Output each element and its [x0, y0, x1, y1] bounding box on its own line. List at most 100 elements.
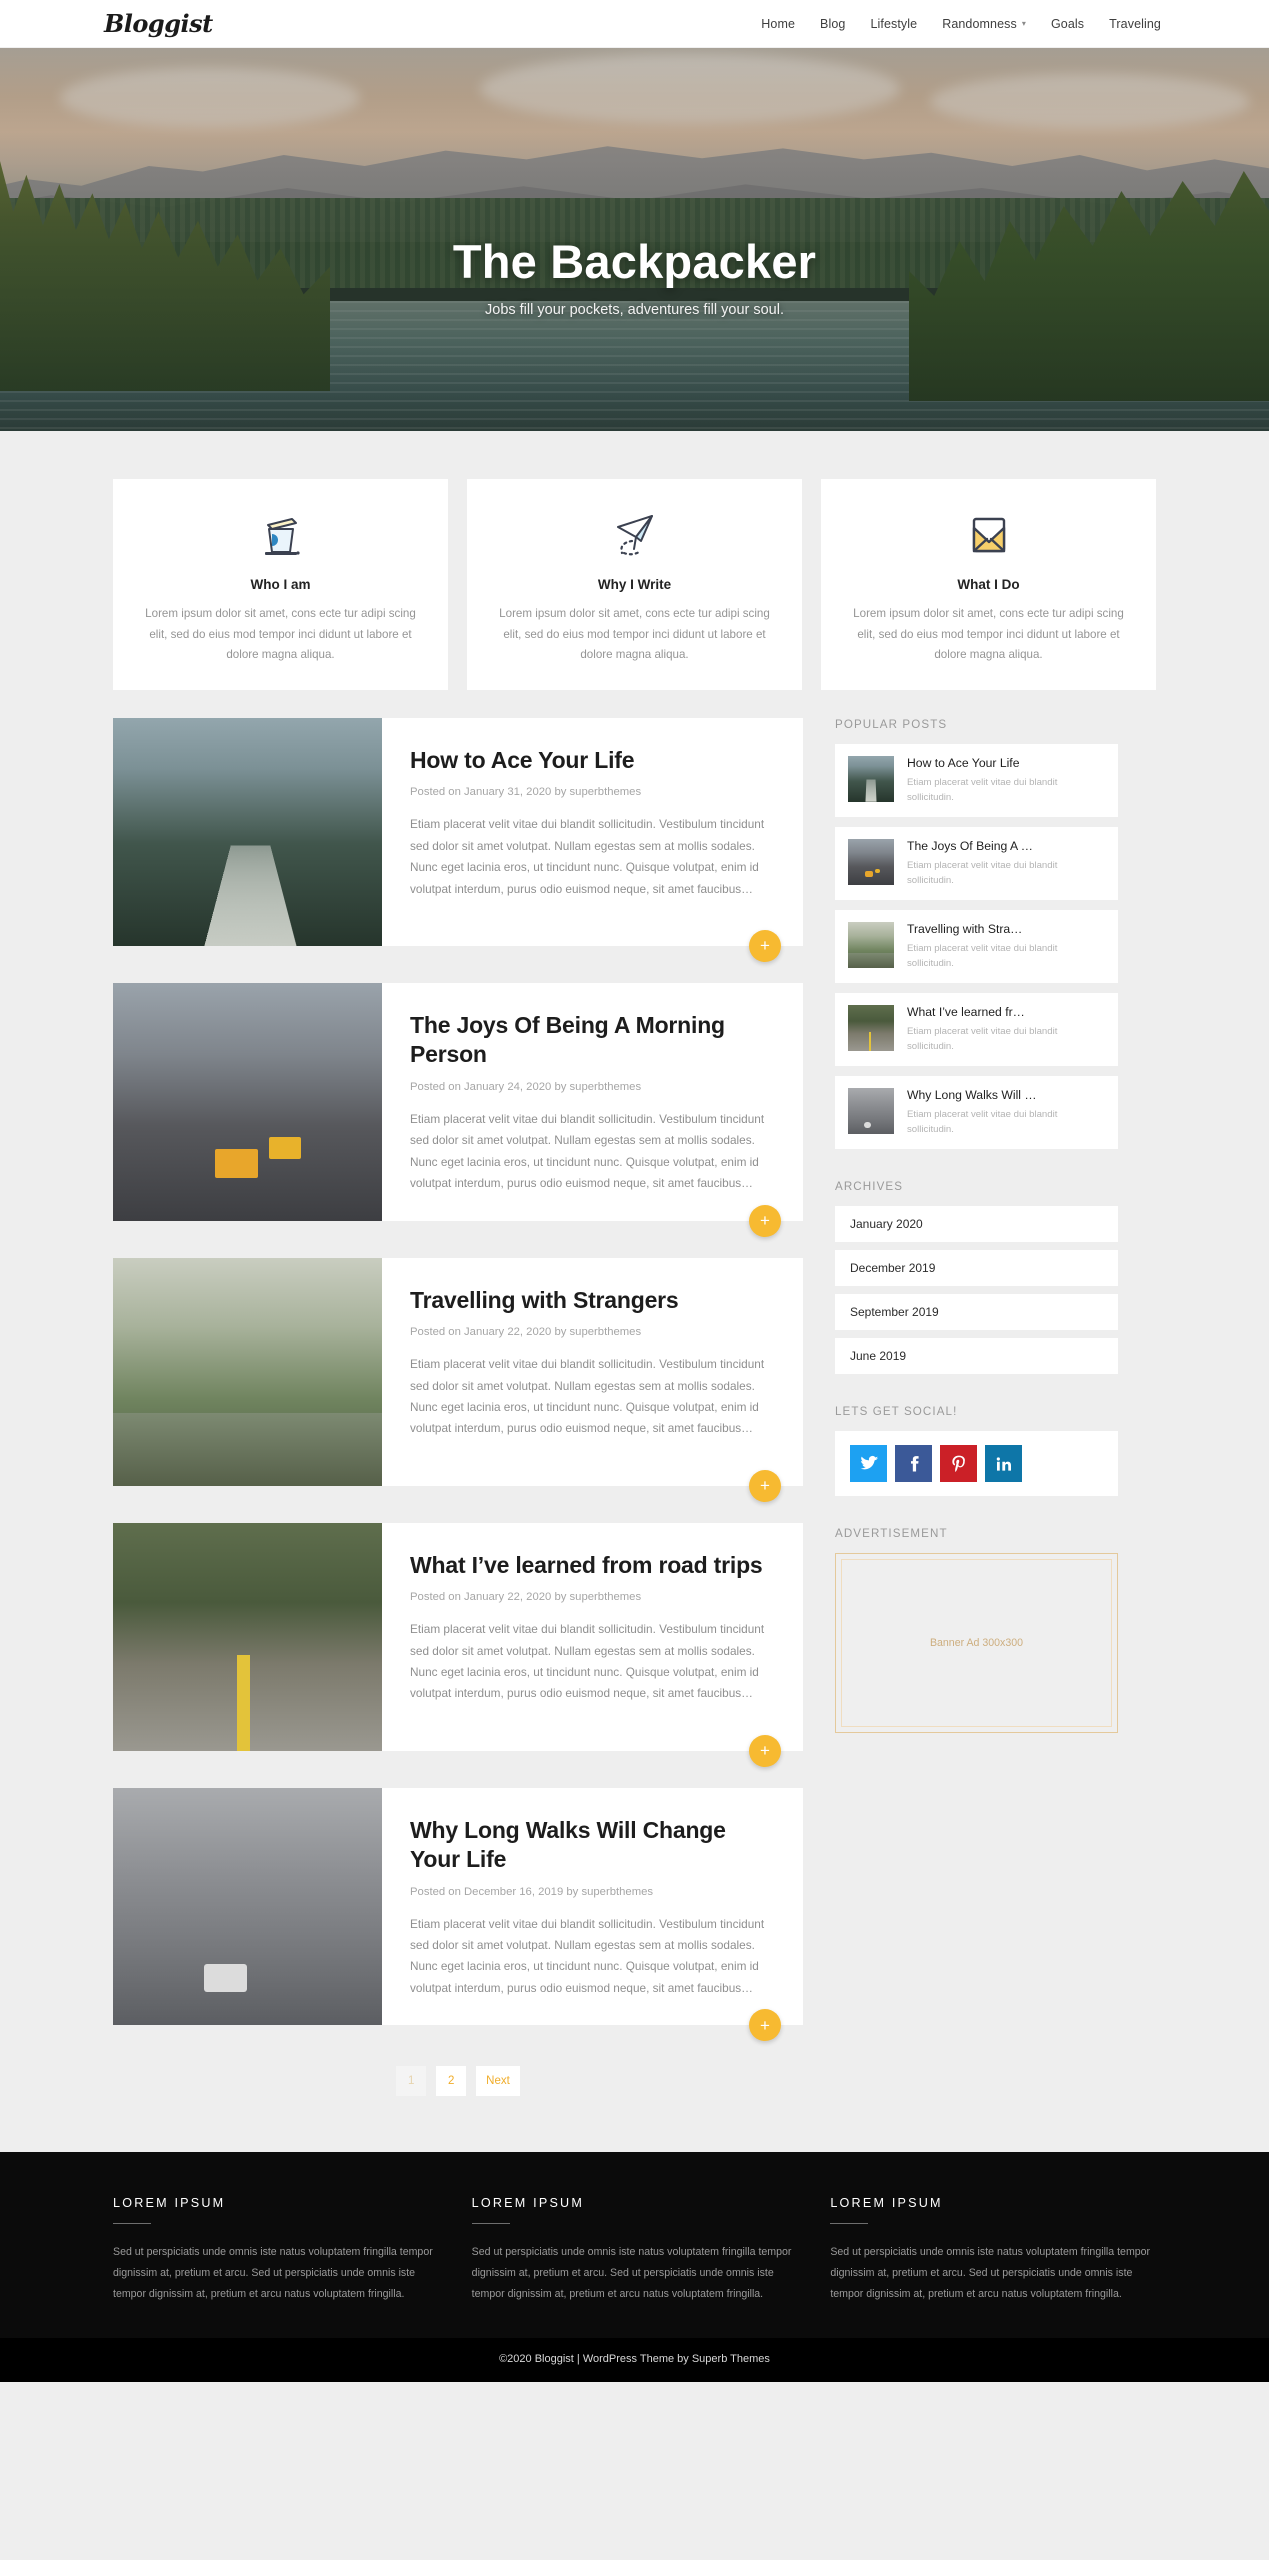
nav-item-goals[interactable]: Goals — [1051, 17, 1084, 31]
footer-divider — [113, 2223, 151, 2225]
widget-advertisement: ADVERTISEMENT Banner Ad 300x300 — [835, 1527, 1118, 1734]
site-footer: LOREM IPSUM Sed ut perspiciatis unde omn… — [0, 2152, 1269, 2339]
widget-popular-posts: POPULAR POSTS How to Ace Your Life Etiam… — [835, 717, 1118, 1150]
post-meta: Posted on December 16, 2019 by superbthe… — [410, 1885, 654, 1898]
archive-item[interactable]: January 2020 — [835, 1206, 1118, 1243]
hero-subtitle: Jobs fill your pockets, adventures fill … — [485, 301, 784, 318]
nav-item-lifestyle[interactable]: Lifestyle — [870, 17, 917, 31]
nav-item-traveling[interactable]: Traveling — [1109, 17, 1161, 31]
post-title[interactable]: What I’ve learned from road trips — [410, 1551, 771, 1580]
read-more-plus-icon[interactable]: + — [749, 929, 781, 962]
twitter-icon[interactable] — [850, 1445, 887, 1483]
footer-divider — [471, 2223, 510, 2225]
footer-column-text: Sed ut perspiciatis unde omnis iste natu… — [113, 2246, 433, 2300]
nav-item-home[interactable]: Home — [761, 17, 795, 31]
read-more-plus-icon[interactable]: + — [749, 2009, 781, 2042]
nav-item-randomness[interactable]: Randomness ▾ — [942, 17, 1026, 31]
popular-post-excerpt: Etiam placerat velit vitae dui blandit s… — [907, 943, 1058, 969]
popular-post-item[interactable]: Travelling with Stra… Etiam placerat vel… — [835, 909, 1118, 983]
footer-column-title: LOREM IPSUM — [113, 2196, 226, 2211]
popular-post-title: Why Long Walks Will … — [907, 1088, 1037, 1102]
post-thumbnail[interactable] — [113, 982, 382, 1221]
popular-post-thumbnail — [848, 1088, 894, 1134]
ad-box[interactable]: Banner Ad 300x300 — [835, 1553, 1118, 1734]
read-more-plus-icon[interactable]: + — [749, 1734, 781, 1767]
nav-label: Randomness — [942, 16, 1017, 31]
popular-post-title: What I’ve learned fr… — [907, 1004, 1025, 1019]
popular-post-item[interactable]: How to Ace Your Life Etiam placerat veli… — [835, 743, 1118, 817]
popular-post-item[interactable]: Why Long Walks Will … Etiam placerat vel… — [835, 1076, 1118, 1150]
copyright-bar: ©2020 Bloggist | WordPress Theme by Supe… — [0, 2338, 1269, 2383]
feature-title: Who I am — [250, 577, 311, 592]
paper-plane-icon — [493, 507, 776, 563]
popular-post-thumbnail — [848, 838, 894, 885]
nav-item-blog[interactable]: Blog — [820, 17, 845, 31]
post-body: How to Ace Your Life Posted on January 3… — [382, 718, 803, 946]
sidebar: POPULAR POSTS How to Ace Your Life Etiam… — [835, 718, 1118, 1764]
nav-label: Lifestyle — [870, 16, 918, 31]
popular-post-thumbnail — [848, 921, 894, 968]
popular-post-title: How to Ace Your Life — [907, 755, 1020, 770]
site-header: Bloggist Home Blog Lifestyle Randomness … — [0, 0, 1269, 48]
widget-archives: ARCHIVES January 2020 December 2019 Sept… — [835, 1180, 1118, 1375]
widget-title: ADVERTISEMENT — [835, 1527, 948, 1541]
archive-item[interactable]: December 2019 — [835, 1250, 1118, 1287]
popular-post-excerpt: Etiam placerat velit vitae dui blandit s… — [907, 1109, 1058, 1135]
site-logo[interactable]: Bloggist — [104, 9, 213, 38]
post-thumbnail[interactable] — [113, 717, 382, 946]
post-title[interactable]: The Joys Of Being A Morning Person — [410, 1011, 771, 1070]
popular-post-item[interactable]: What I’ve learned fr… Etiam placerat vel… — [835, 992, 1118, 1066]
post-title[interactable]: How to Ace Your Life — [410, 746, 771, 775]
ad-label: Banner Ad 300x300 — [929, 1637, 1024, 1650]
post-excerpt: Etiam placerat velit vitae dui blandit s… — [410, 1622, 765, 1701]
widget-title: LETS GET SOCIAL! — [835, 1405, 958, 1419]
post-excerpt: Etiam placerat velit vitae dui blandit s… — [410, 1111, 765, 1191]
footer-column: LOREM IPSUM Sed ut perspiciatis unde omn… — [113, 2196, 439, 2304]
envelope-icon — [847, 507, 1130, 563]
post-body: Travelling with Strangers Posted on Janu… — [382, 1258, 803, 1486]
post-thumbnail[interactable] — [113, 1522, 382, 1751]
post-card[interactable]: Why Long Walks Will Change Your Life Pos… — [113, 1787, 803, 2042]
post-title[interactable]: Travelling with Strangers — [410, 1286, 771, 1315]
hero-banner: The Backpacker Jobs fill your pockets, a… — [0, 48, 1269, 431]
post-thumbnail[interactable] — [113, 1257, 382, 1486]
post-body: What I’ve learned from road trips Posted… — [382, 1523, 803, 1751]
nav-label: Home — [761, 16, 796, 31]
post-body: Why Long Walks Will Change Your Life Pos… — [382, 1788, 803, 2026]
footer-column-title: LOREM IPSUM — [830, 2196, 943, 2211]
post-card[interactable]: The Joys Of Being A Morning Person Poste… — [113, 982, 803, 1237]
widget-title: POPULAR POSTS — [835, 717, 948, 731]
footer-column-text: Sed ut perspiciatis unde omnis iste natu… — [471, 2246, 792, 2300]
popular-post-item[interactable]: The Joys Of Being A … Etiam placerat vel… — [835, 826, 1118, 900]
archive-item[interactable]: June 2019 — [835, 1338, 1118, 1375]
post-excerpt: Etiam placerat velit vitae dui blandit s… — [410, 1916, 765, 1995]
read-more-plus-icon[interactable]: + — [749, 1469, 781, 1502]
post-title[interactable]: Why Long Walks Will Change Your Life — [410, 1816, 771, 1875]
feature-title: Why I Write — [597, 577, 672, 592]
pagination-page-2[interactable]: 2 — [436, 2066, 467, 2097]
footer-column: LOREM IPSUM Sed ut perspiciatis unde omn… — [830, 2196, 1156, 2304]
post-list: How to Ace Your Life Posted on January 3… — [113, 717, 803, 2139]
facebook-icon[interactable] — [895, 1445, 932, 1483]
widget-social: LETS GET SOCIAL! — [835, 1405, 1118, 1497]
archive-item[interactable]: September 2019 — [835, 1294, 1118, 1331]
post-card[interactable]: Travelling with Strangers Posted on Janu… — [113, 1257, 803, 1502]
post-card[interactable]: What I’ve learned from road trips Posted… — [113, 1522, 803, 1767]
feature-card-who-i-am: Who I am Lorem ipsum dolor sit amet, con… — [113, 479, 448, 690]
coffee-cup-icon — [139, 507, 422, 563]
feature-text: Lorem ipsum dolor sit amet, cons ecte tu… — [499, 607, 770, 662]
post-excerpt: Etiam placerat velit vitae dui blandit s… — [410, 817, 765, 896]
pinterest-icon[interactable] — [940, 1445, 977, 1483]
post-thumbnail[interactable] — [113, 1787, 382, 2026]
feature-text: Lorem ipsum dolor sit amet, cons ecte tu… — [145, 607, 416, 662]
popular-post-excerpt: Etiam placerat velit vitae dui blandit s… — [907, 1026, 1058, 1052]
pagination-next[interactable]: Next — [476, 2066, 520, 2097]
feature-cards: Who I am Lorem ipsum dolor sit amet, con… — [0, 431, 1269, 690]
post-meta: Posted on January 24, 2020 by superbthem… — [410, 1080, 642, 1093]
pagination-page-1[interactable]: 1 — [396, 2066, 427, 2097]
popular-post-thumbnail — [848, 755, 894, 802]
post-card[interactable]: How to Ace Your Life Posted on January 3… — [113, 717, 803, 962]
read-more-plus-icon[interactable]: + — [749, 1204, 781, 1237]
linkedin-icon[interactable] — [985, 1445, 1022, 1483]
footer-divider — [830, 2223, 869, 2225]
